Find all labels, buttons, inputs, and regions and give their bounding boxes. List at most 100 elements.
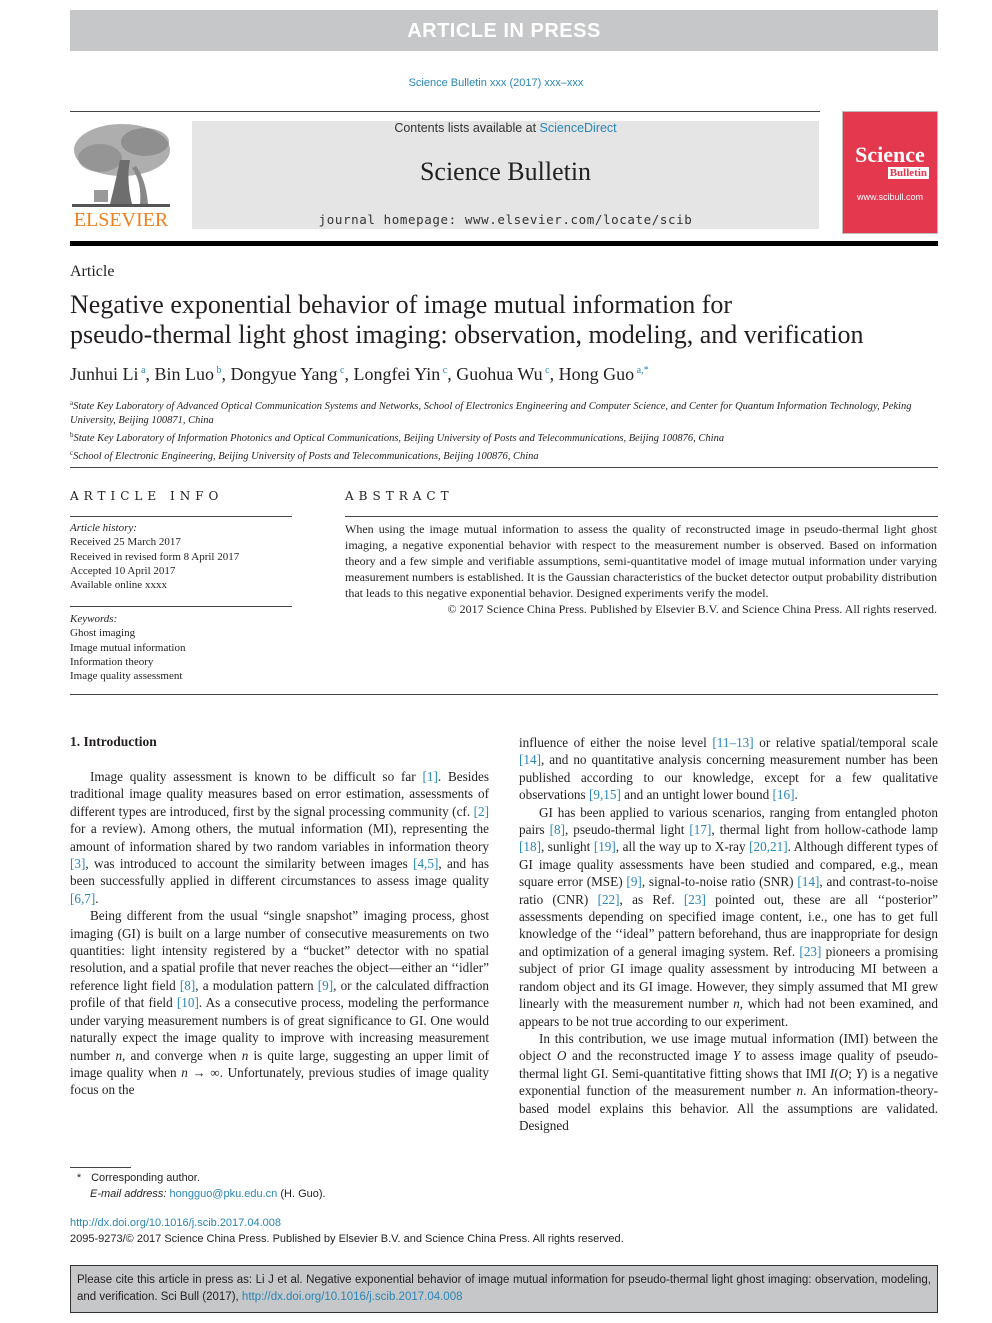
cite-doi-link[interactable]: http://dx.doi.org/10.1016/j.scib.2017.04… [242,1291,463,1303]
author-name: Guohua Wu [456,364,543,384]
journal-header-box: Contents lists available at ScienceDirec… [192,121,819,229]
abstract-body: When using the image mutual information … [345,521,937,617]
cover-subtitle: Bulletin [887,167,929,179]
abstract-heading: ABSTRACT [345,489,454,503]
footnote: * Corresponding author. E-mail address: … [70,1170,326,1202]
math-symbol: Y [732,1048,741,1064]
author-name: Junhui Li [70,364,139,384]
body-paragraph: influence of either the noise level [11–… [519,735,938,803]
affiliation: cSchool of Electronic Engineering, Beiji… [70,446,930,464]
body-paragraph: In this contribution, we use image mutua… [519,1030,939,1133]
keyword: Image mutual information [70,641,186,654]
citation-link[interactable]: [14] [797,874,819,889]
article-info-heading: ARTICLE INFO [70,489,224,503]
journal-cover[interactable]: Science Bulletin www.scibull.com [842,111,938,234]
affiliation: aState Key Laboratory of Advanced Optica… [70,396,930,428]
abstract-text: When using the image mutual information … [345,522,937,600]
cite-text: Please cite this article in press as: Li… [77,1274,931,1303]
citation-link[interactable]: [9] [626,874,641,889]
author-name: Dongyue Yang [230,364,338,384]
citation-link[interactable]: [8] [180,978,195,993]
affiliation: bState Key Laboratory of Information Pho… [70,428,930,446]
keyword: Image quality assessment [70,670,183,683]
citation-link[interactable]: [2] [474,804,489,819]
affiliation-marker[interactable]: c [338,365,344,376]
citation-link[interactable]: [20,21] [749,839,787,854]
email-link[interactable]: hongguo@pku.edu.cn [169,1188,277,1200]
math-symbol: n [115,1047,123,1063]
cover-title: Science [855,142,925,167]
citation-link[interactable]: [23] [799,944,821,959]
affiliation-marker[interactable]: c [440,365,447,376]
cite-box: Please cite this article in press as: Li… [70,1265,938,1313]
citation-link[interactable]: [22] [598,892,620,907]
history-label: Article history: [70,522,137,534]
title-line-1: Negative exponential behavior of image m… [70,290,733,319]
asterisk-marker: * [76,1172,82,1184]
citation-link[interactable]: [23] [684,892,706,907]
body-paragraph: GI has been applied to various scenarios… [519,804,939,1029]
history-item: Accepted 10 April 2017 [70,564,176,577]
citation-link[interactable]: [10] [177,995,199,1010]
affiliation-marker[interactable]: a [139,365,145,376]
elsevier-wordmark: ELSEVIER [73,209,169,231]
abstract-copyright: © 2017 Science China Press. Published by… [447,602,938,616]
citation-link[interactable]: [1] [422,769,437,784]
keywords: Keywords: Ghost imaging Image mutual inf… [70,612,185,683]
homepage-prefix: journal homepage: [318,212,465,227]
corresponding-author-note: * Corresponding author. [70,1170,326,1186]
keywords-label: Keywords: [70,613,118,625]
contents-line: Contents lists available at ScienceDirec… [192,121,819,135]
body-paragraph: Being different from the usual “single s… [70,908,489,1098]
math-symbol: n [241,1047,249,1063]
article-history: Article history: Received 25 March 2017 … [70,521,239,592]
citation-link[interactable]: [3] [70,856,85,871]
affiliation-text: State Key Laboratory of Information Phot… [73,433,725,444]
doi-link[interactable]: http://dx.doi.org/10.1016/j.scib.2017.04… [70,1217,281,1229]
citation-link[interactable]: [8] [550,822,565,837]
article-type: Article [70,263,115,280]
journal-reference-link[interactable]: Science Bulletin xxx (2017) xxx–xxx [0,77,992,89]
affiliation-marker[interactable]: c [543,365,549,376]
elsevier-logo[interactable]: ELSEVIER [70,120,172,232]
author-name: Bin Luo [154,364,214,384]
math-symbol: n [796,1083,804,1099]
affiliation-marker[interactable]: a,* [634,365,649,376]
author-name: Hong Guo [558,364,635,384]
email-suffix: (H. Guo). [277,1188,326,1200]
math-symbol: I [829,1065,835,1081]
citation-link[interactable]: [16] [772,787,794,802]
journal-title: Science Bulletin [419,157,592,186]
citation-link[interactable]: [9] [318,978,333,993]
homepage-url[interactable]: www.elsevier.com/locate/scib [465,212,693,227]
corresponding-label: Corresponding author. [91,1172,200,1184]
header-thick-rule [70,241,938,246]
body-column-left: Image quality assessment is known to be … [70,768,489,1099]
keyword: Information theory [70,655,154,668]
math-symbol: Y [855,1065,864,1081]
citation-link[interactable]: [6,7] [70,891,95,906]
affiliation-marker[interactable]: b [214,365,221,376]
citation-link[interactable]: [18] [519,839,541,854]
abstract-rule [345,516,938,517]
article-info-rule [70,516,292,517]
citation-link[interactable]: [4,5] [413,856,438,871]
footnote-rule [70,1167,131,1168]
email-line: E-mail address: hongguo@pku.edu.cn (H. G… [70,1186,326,1202]
contents-prefix: Contents lists available at [394,121,540,135]
math-symbol: O [838,1065,849,1081]
keywords-rule [70,606,292,607]
body-column-right: influence of either the noise level [11–… [519,734,938,1134]
affiliation-text: State Key Laboratory of Advanced Optical… [70,401,912,426]
citation-link[interactable]: [14] [519,752,541,767]
article-in-press-banner: ARTICLE IN PRESS [70,10,938,51]
history-item: Available online xxxx [70,579,167,592]
sciencedirect-link[interactable]: ScienceDirect [540,121,617,135]
history-item: Received 25 March 2017 [70,536,181,549]
citation-link[interactable]: [17] [689,822,711,837]
keyword: Ghost imaging [70,627,136,640]
author-name: Longfei Yin [353,364,441,384]
citation-link[interactable]: [19] [594,839,616,854]
citation-link[interactable]: [11–13] [712,735,753,750]
citation-link[interactable]: [9,15] [589,787,621,802]
